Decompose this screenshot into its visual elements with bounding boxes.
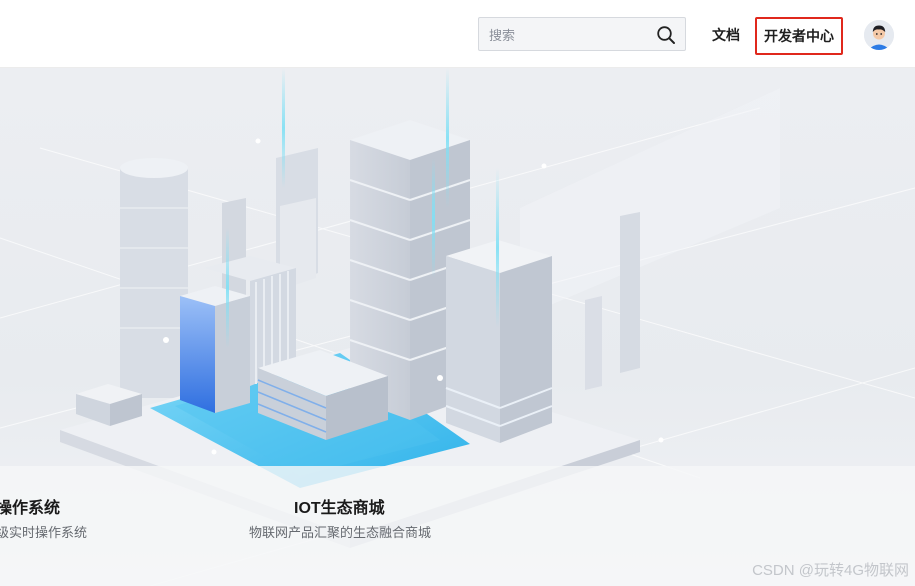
feature-desc-os: 级实时操作系统 <box>0 525 88 540</box>
search-icon[interactable] <box>656 25 676 45</box>
feature-title-os[interactable]: 操作系统 <box>0 494 60 518</box>
hero-banner: 操作系统 级实时操作系统 IOT生态商城 物联网产品汇聚的生态融合商城 CSDN… <box>0 68 915 586</box>
search-box[interactable] <box>478 17 686 52</box>
feature-desc-iot-mall: 物联网产品汇聚的生态融合商城 <box>249 525 432 540</box>
top-navigation-bar: 文档 开发者中心 <box>0 0 915 68</box>
csdn-watermark: CSDN @玩转4G物联网 <box>752 562 909 579</box>
user-avatar[interactable] <box>864 20 894 50</box>
feature-title-iot-mall[interactable]: IOT生态商城 <box>294 494 385 518</box>
search-input[interactable] <box>479 18 661 52</box>
avatar-icon <box>864 20 894 50</box>
nav-link-developer-center[interactable]: 开发者中心 <box>755 17 843 55</box>
nav-link-docs[interactable]: 文档 <box>712 25 740 45</box>
